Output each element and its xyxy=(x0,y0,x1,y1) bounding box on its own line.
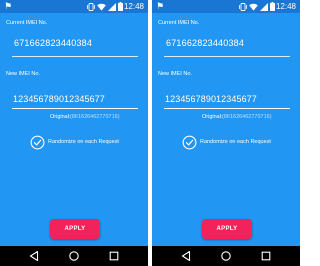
original-imei-value: (861626462770716) xyxy=(222,114,272,120)
signal-icon xyxy=(108,2,116,11)
battery-icon xyxy=(270,2,275,11)
original-imei-label: Original: xyxy=(50,114,71,120)
new-imei-label: New IMEI No. xyxy=(158,71,192,77)
battery-icon xyxy=(118,2,123,11)
home-icon[interactable] xyxy=(220,250,232,262)
apply-button[interactable]: APPLY xyxy=(202,219,252,239)
status-icons xyxy=(239,2,275,11)
current-imei-label: Current IMEI No. xyxy=(158,20,200,26)
phone-screen-left: ⚑ 12:48 Current IMEI No. 671662823440384… xyxy=(0,0,148,266)
current-imei-underline xyxy=(12,56,138,57)
randomize-label: Randomize on each Request xyxy=(200,138,271,145)
status-bar: ⚑ 12:48 xyxy=(152,0,300,13)
signal-icon xyxy=(260,2,268,11)
original-imei-value: (861626462770716) xyxy=(70,114,120,120)
status-time: 12:48 xyxy=(123,2,144,11)
apply-button[interactable]: APPLY xyxy=(50,219,100,239)
phone-screen-right: ⚑ 12:48 Current IMEI No. 671662823440384… xyxy=(152,0,300,266)
recent-apps-icon[interactable] xyxy=(260,250,272,262)
current-imei-underline xyxy=(164,56,290,57)
original-imei-label: Original: xyxy=(202,114,223,120)
current-imei-value: 671662823440384 xyxy=(14,38,93,48)
new-imei-label: New IMEI No. xyxy=(6,71,40,77)
new-imei-input[interactable] xyxy=(164,89,290,109)
notification-icon: ⚑ xyxy=(156,1,165,11)
back-icon[interactable] xyxy=(28,250,40,262)
new-imei-input[interactable] xyxy=(12,89,138,109)
wifi-icon xyxy=(249,3,258,11)
wifi-icon xyxy=(97,3,106,11)
randomize-checkbox[interactable]: Randomize on each Request xyxy=(30,134,119,150)
navigation-bar xyxy=(0,246,148,266)
current-imei-value: 671662823440384 xyxy=(166,38,245,48)
recent-apps-icon[interactable] xyxy=(108,250,120,262)
randomize-checkbox[interactable]: Randomize on each Request xyxy=(182,134,271,150)
vibrate-icon xyxy=(87,2,95,11)
status-time: 12:48 xyxy=(275,2,296,11)
navigation-bar xyxy=(152,246,300,266)
home-icon[interactable] xyxy=(68,250,80,262)
randomize-label: Randomize on each Request xyxy=(48,138,119,145)
check-circle-icon[interactable] xyxy=(30,135,45,150)
vibrate-icon xyxy=(239,2,247,11)
status-icons xyxy=(87,2,123,11)
check-circle-icon[interactable] xyxy=(182,135,197,150)
back-icon[interactable] xyxy=(180,250,192,262)
status-bar: ⚑ 12:48 xyxy=(0,0,148,13)
notification-icon: ⚑ xyxy=(4,1,13,11)
current-imei-label: Current IMEI No. xyxy=(6,20,48,26)
